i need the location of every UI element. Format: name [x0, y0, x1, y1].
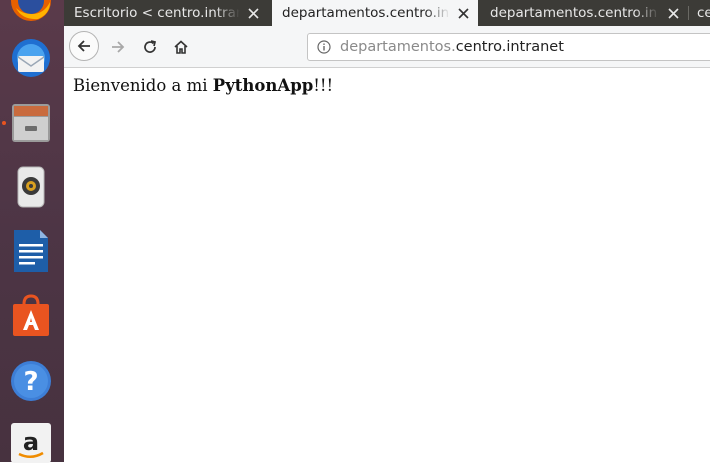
app-name: PythonApp	[212, 76, 314, 95]
close-icon[interactable]	[666, 6, 680, 20]
forward-button[interactable]	[108, 37, 128, 57]
tab-label: departamentos.centro.in	[490, 5, 658, 21]
home-icon	[174, 40, 188, 54]
svg-text:a: a	[23, 428, 39, 456]
back-button[interactable]	[69, 31, 99, 61]
info-icon[interactable]	[317, 40, 331, 54]
reload-button[interactable]	[140, 37, 160, 57]
exclamation: !!!	[313, 76, 334, 95]
software-center-icon[interactable]	[8, 292, 54, 338]
tab-partial[interactable]: ce	[689, 0, 710, 26]
tab-label: departamentos.centro.in	[282, 5, 450, 21]
amazon-icon[interactable]: a	[8, 420, 54, 466]
page-content: Bienvenido a mi PythonApp!!!	[64, 68, 710, 462]
tab-departamentos[interactable]: departamentos.centro.in	[480, 0, 688, 26]
rhythmbox-icon[interactable]	[8, 164, 54, 210]
navigation-toolbar: departamentos. centro.intranet	[64, 26, 710, 68]
tab-label: Escritorio < centro.intran	[74, 5, 240, 21]
svg-text:?: ?	[23, 367, 38, 397]
tab-escritorio[interactable]: Escritorio < centro.intran	[64, 0, 268, 26]
active-indicator	[2, 121, 6, 125]
url-prefix: departamentos.	[340, 39, 456, 55]
close-icon[interactable]	[456, 6, 470, 20]
help-icon[interactable]: ?	[8, 358, 54, 404]
home-button[interactable]	[171, 37, 191, 57]
arrow-left-icon	[77, 40, 90, 52]
thunderbird-icon[interactable]	[8, 36, 54, 82]
files-icon[interactable]	[8, 100, 54, 146]
tab-departamentos-active[interactable]: departamentos.centro.in	[272, 0, 478, 26]
close-icon[interactable]	[246, 6, 260, 20]
tab-bar: Escritorio < centro.intran departamentos…	[64, 0, 710, 26]
url-domain: centro.intranet	[455, 39, 564, 55]
tab-label: ce	[697, 5, 710, 21]
ubuntu-launcher: ? a	[0, 0, 64, 463]
libreoffice-writer-icon[interactable]	[8, 228, 54, 274]
firefox-icon[interactable]	[8, 0, 54, 24]
reload-icon	[144, 40, 157, 53]
url-bar[interactable]: departamentos. centro.intranet	[307, 33, 710, 61]
welcome-text: Bienvenido a mi	[73, 76, 213, 95]
arrow-right-icon	[112, 41, 125, 53]
welcome-message: Bienvenido a mi PythonApp!!!	[73, 76, 710, 95]
